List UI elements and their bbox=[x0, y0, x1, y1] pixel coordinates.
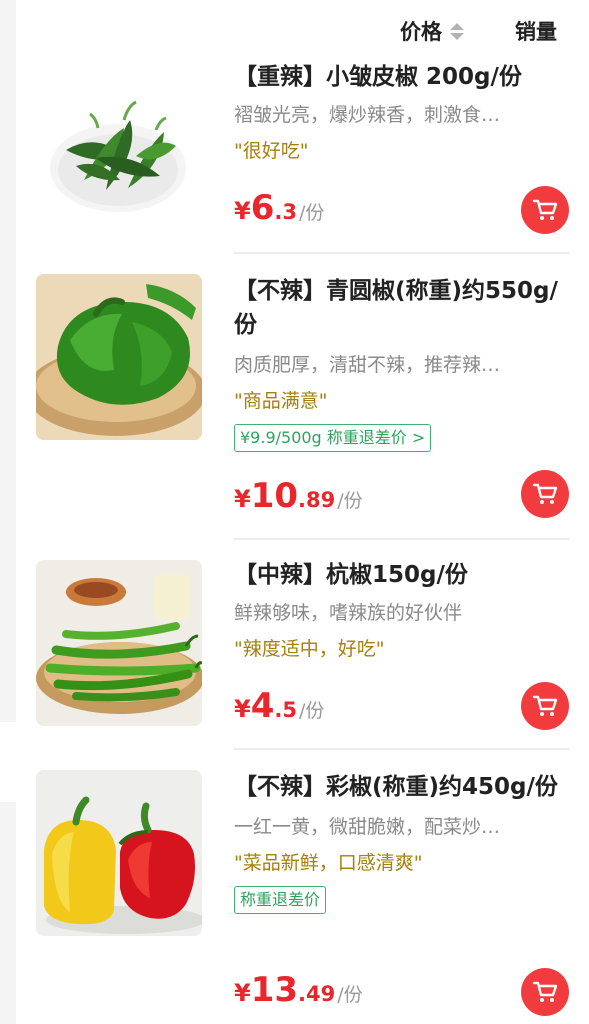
product-review: "辣度适中，好吃" bbox=[234, 638, 385, 660]
product-name: 【不辣】青圆椒(称重)约550g/份 bbox=[234, 278, 558, 338]
cart-icon bbox=[532, 483, 558, 504]
wrinkled-green-pepper-photo[interactable] bbox=[36, 70, 202, 236]
cart-icon bbox=[532, 981, 558, 1002]
add-to-cart-button[interactable] bbox=[521, 682, 569, 730]
sort-bar: 价格 销量 bbox=[16, 0, 589, 58]
sort-by-price-button[interactable]: 价格 bbox=[400, 16, 464, 46]
product-info: 【不辣】彩椒(称重)约450g/份 一红一黄，微甜脆嫩，配菜炒… "菜品新鲜，口… bbox=[234, 768, 569, 914]
product-description: 肉质肥厚，清甜不辣，推荐辣… bbox=[234, 354, 501, 376]
add-to-cart-button[interactable] bbox=[521, 968, 569, 1016]
add-to-cart-button[interactable] bbox=[521, 186, 569, 234]
product-info: 【中辣】杭椒150g/份 鲜辣够味，嗜辣族的好伙伴 "辣度适中，好吃" bbox=[234, 558, 569, 662]
product-card[interactable]: 【不辣】彩椒(称重)约450g/份 一红一黄，微甜脆嫩，配菜炒… "菜品新鲜，口… bbox=[16, 768, 589, 1024]
cart-icon bbox=[532, 199, 558, 220]
product-name: 【重辣】小皱皮椒 200g/份 bbox=[234, 64, 522, 90]
product-card[interactable]: 【不辣】青圆椒(称重)约550g/份 肉质肥厚，清甜不辣，推荐辣… "商品满意"… bbox=[16, 272, 589, 540]
weight-refund-tag[interactable]: ¥9.9/500g 称重退差价 > bbox=[234, 424, 432, 452]
product-name: 【不辣】彩椒(称重)约450g/份 bbox=[234, 774, 558, 800]
product-description: 一红一黄，微甜脆嫩，配菜炒… bbox=[234, 816, 501, 838]
product-price: ¥4.5/份 bbox=[234, 686, 325, 726]
sort-arrows-icon bbox=[450, 22, 464, 40]
product-description: 鲜辣够味，嗜辣族的好伙伴 bbox=[234, 602, 463, 624]
product-price: ¥13.49/份 bbox=[234, 970, 363, 1010]
divider bbox=[234, 538, 569, 540]
product-info: 【不辣】青圆椒(称重)约550g/份 肉质肥厚，清甜不辣，推荐辣… "商品满意"… bbox=[234, 272, 569, 452]
red-yellow-bell-pepper-photo[interactable] bbox=[36, 770, 202, 936]
long-green-chili-photo[interactable] bbox=[36, 560, 202, 726]
product-card[interactable]: 【重辣】小皱皮椒 200g/份 褶皱光亮，爆炒辣香，刺激食… "很好吃" ¥6.… bbox=[16, 60, 589, 254]
product-review: "很好吃" bbox=[234, 140, 309, 162]
product-name: 【中辣】杭椒150g/份 bbox=[234, 562, 468, 588]
product-review: "菜品新鲜，口感清爽" bbox=[234, 852, 423, 874]
product-price: ¥10.89/份 bbox=[234, 476, 363, 516]
divider bbox=[234, 748, 569, 750]
cart-icon bbox=[532, 695, 558, 716]
sort-by-sales-button[interactable]: 销量 bbox=[515, 16, 557, 46]
category-sidebar-edge bbox=[0, 0, 16, 1024]
add-to-cart-button[interactable] bbox=[521, 470, 569, 518]
product-card[interactable]: 【中辣】杭椒150g/份 鲜辣够味，嗜辣族的好伙伴 "辣度适中，好吃" ¥4.5… bbox=[16, 558, 589, 750]
product-description: 褶皱光亮，爆炒辣香，刺激食… bbox=[234, 104, 501, 126]
product-info: 【重辣】小皱皮椒 200g/份 褶皱光亮，爆炒辣香，刺激食… "很好吃" bbox=[234, 60, 569, 164]
divider bbox=[234, 252, 569, 254]
product-price: ¥6.3/份 bbox=[234, 188, 325, 228]
weight-refund-tag[interactable]: 称重退差价 bbox=[234, 886, 327, 914]
product-review: "商品满意" bbox=[234, 390, 328, 412]
green-bell-pepper-photo[interactable] bbox=[36, 274, 202, 440]
sort-price-label: 价格 bbox=[400, 20, 442, 44]
